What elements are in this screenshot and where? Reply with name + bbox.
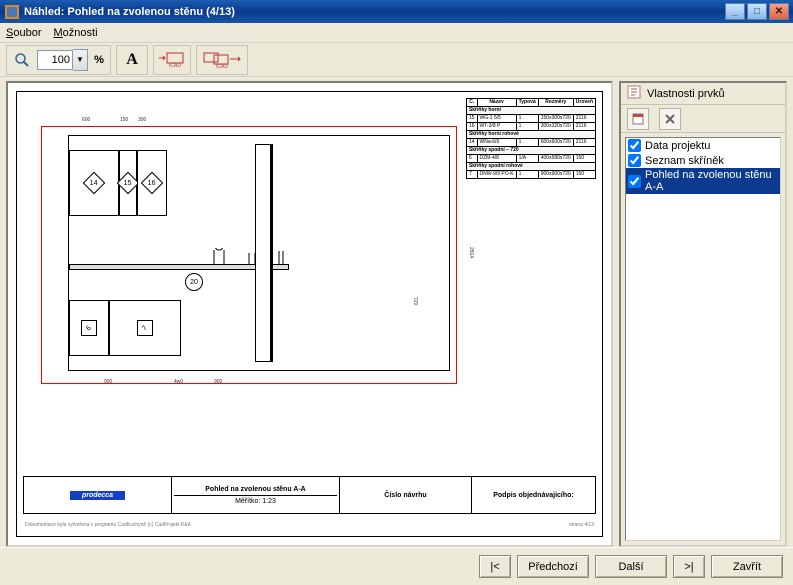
bottom-bar: |< Předchozí Další >| Zavřít	[0, 547, 793, 585]
list-item-label: Seznam skříněk	[645, 155, 724, 167]
next-button[interactable]: Další	[595, 555, 667, 578]
font-group: A	[116, 45, 148, 75]
icad-export-button[interactable]: ICAD	[199, 48, 245, 72]
badge-7: 7	[137, 320, 153, 336]
sidebar-title-row: Vlastnosti prvků	[621, 83, 785, 105]
dim-top2: 150	[120, 117, 128, 123]
logo-label: prodecca	[70, 491, 125, 500]
list-item[interactable]: Data projektu	[626, 138, 780, 153]
fixture	[209, 248, 289, 266]
checkbox-data-projektu[interactable]	[628, 139, 641, 152]
list-item-label: Pohled na zvolenou stěnu A-A	[645, 169, 778, 193]
svg-text:ICAD: ICAD	[216, 64, 228, 68]
menu-options-label: ožnosti	[63, 27, 98, 39]
badge-6: 6	[81, 320, 97, 336]
dim-side: 720	[412, 297, 418, 305]
cabinet-6: 6	[69, 300, 109, 356]
toolbar: ▼ % A ICAD ICAD	[0, 43, 793, 77]
tb-sign-cell: Podpis objednávajícího:	[472, 477, 595, 513]
minimize-button[interactable]: _	[725, 3, 745, 20]
cabinet-15: 15	[119, 150, 137, 216]
menu-options[interactable]: Možnosti	[53, 27, 97, 39]
prev-button[interactable]: Předchozí	[517, 555, 589, 578]
icad-left-group: ICAD	[153, 45, 191, 75]
window-title: Náhled: Pohled na zvolenou stěnu (4/13)	[24, 6, 725, 18]
dim-top3: 300	[138, 117, 146, 123]
tb-scale-text: Měřítko: 1:23	[174, 495, 337, 505]
dim-right: 2814	[468, 247, 474, 258]
zoom-input[interactable]	[37, 50, 73, 70]
tb-main-text: Pohled na zvolenou stěnu A-A	[205, 486, 305, 493]
tb-number-cell: Číslo návrhu	[340, 477, 472, 513]
tb-main-cell: Pohled na zvolenou stěnu A-A Měřítko: 1:…	[172, 477, 340, 513]
tb-sign-label: Podpis objednávajícího:	[493, 492, 574, 499]
properties-icon	[627, 85, 641, 102]
sidebar-title: Vlastnosti prvků	[647, 88, 725, 100]
checkbox-pohled[interactable]	[628, 175, 641, 188]
wall-edge	[271, 144, 273, 362]
icad-right-group: ICAD	[196, 45, 248, 75]
zoom-combo[interactable]: ▼	[37, 49, 88, 71]
menubar: Soubor Možnosti	[0, 23, 793, 43]
percent-label: %	[90, 48, 108, 72]
cabinet-7: 7	[109, 300, 181, 356]
titlebar: Náhled: Pohled na zvolenou stěnu (4/13) …	[0, 0, 793, 23]
sheet-footer: Dokumentace byla vytvořena v programu Ca…	[25, 522, 594, 528]
dim-bot3: 900	[214, 379, 222, 385]
zoom-icon[interactable]	[9, 48, 35, 72]
last-button[interactable]: >|	[673, 555, 705, 578]
list-item[interactable]: Pohled na zvolenou stěnu A-A	[626, 168, 780, 194]
dim-bot2: 4w0	[174, 379, 183, 385]
badge-20: 20	[185, 273, 203, 291]
sidebar-list: Data projektu Seznam skříněk Pohled na z…	[625, 137, 781, 541]
footer-left: Dokumentace byla vytvořena v programu Ca…	[25, 522, 191, 528]
menu-file-label: oubor	[13, 27, 41, 39]
title-block: prodecca Pohled na zvolenou stěnu A-A Mě…	[23, 476, 596, 514]
tb-logo-cell: prodecca	[24, 477, 172, 513]
dim-top1: 600	[82, 117, 90, 123]
zoom-dropdown-icon[interactable]: ▼	[73, 49, 88, 71]
app-icon	[4, 4, 20, 20]
badge-14: 14	[83, 172, 106, 195]
tb-number-label: Číslo návrhu	[384, 492, 426, 499]
close-dialog-button[interactable]: Zavřít	[711, 555, 783, 578]
sidebar-delete-button[interactable]	[659, 108, 681, 130]
badge-15: 15	[117, 172, 140, 195]
room-outline: 14 15 16 20	[68, 135, 450, 371]
page-sheet: Č. Název Typová Rozměry Úroveň Skříňky h…	[16, 91, 603, 537]
svg-text:ICAD: ICAD	[169, 63, 181, 68]
first-button[interactable]: |<	[479, 555, 511, 578]
list-item[interactable]: Seznam skříněk	[626, 153, 780, 168]
parts-table: Č. Název Typová Rozměry Úroveň Skříňky h…	[466, 98, 596, 179]
drawing-frame: 600 150 300 14 15 16	[41, 126, 457, 384]
badge-16: 16	[141, 172, 164, 195]
sidebar: Vlastnosti prvků Data projektu Seznam sk…	[619, 81, 787, 547]
list-item-label: Data projektu	[645, 140, 710, 152]
footer-right: strana 4/13	[569, 522, 594, 528]
zoom-group: ▼ %	[6, 45, 111, 75]
menu-file[interactable]: Soubor	[6, 27, 41, 39]
sidebar-edit-button[interactable]	[627, 108, 649, 130]
maximize-button[interactable]: □	[747, 3, 767, 20]
close-button[interactable]: ✕	[769, 3, 789, 20]
tall-panel	[255, 144, 271, 362]
sidebar-toolbar	[621, 105, 785, 133]
preview-panel: Č. Název Typová Rozměry Úroveň Skříňky h…	[6, 81, 613, 547]
cabinet-16: 16	[137, 150, 167, 216]
cabinet-14: 14	[69, 150, 119, 216]
dim-bot1: 900	[104, 379, 112, 385]
checkbox-seznam-skrinek[interactable]	[628, 154, 641, 167]
icad-import-button[interactable]: ICAD	[156, 48, 188, 72]
font-a-button[interactable]: A	[119, 48, 145, 72]
